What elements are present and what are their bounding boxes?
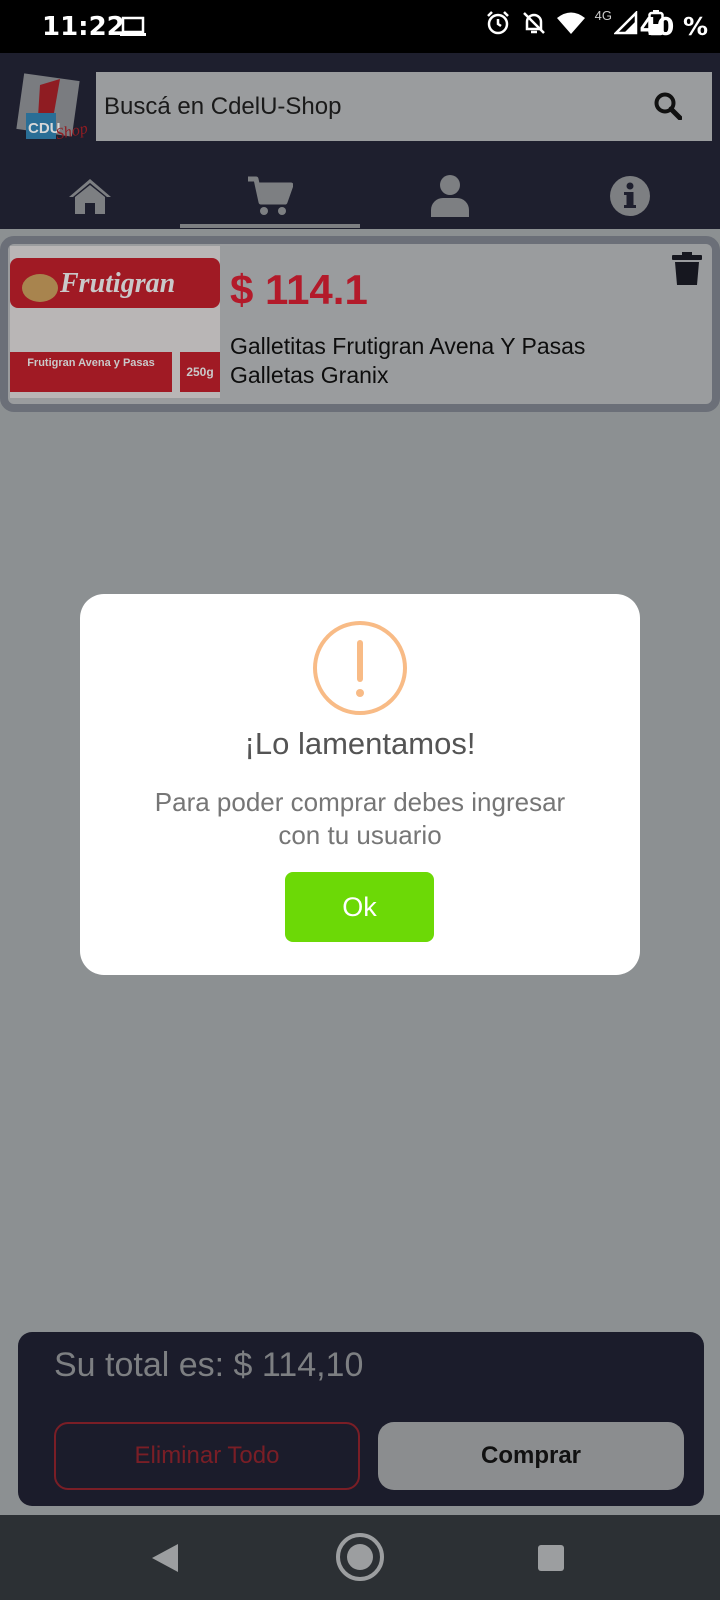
tab-home[interactable] <box>0 163 180 229</box>
active-tab-indicator <box>180 224 360 228</box>
app-logo[interactable]: CDU Shop <box>10 73 96 145</box>
tab-info[interactable] <box>540 163 720 229</box>
user-icon <box>431 175 469 217</box>
battery-percent: 40 % <box>639 12 708 41</box>
tab-cart[interactable] <box>180 163 360 229</box>
dialog-title: ¡Lo lamentamos! <box>244 726 476 761</box>
info-icon <box>610 176 650 216</box>
product-weight-text: 250g <box>186 365 213 379</box>
app-header: CDU Shop Buscá en CdelU-Shop <box>0 53 720 229</box>
home-nav-icon[interactable] <box>335 1532 385 1582</box>
alarm-icon <box>486 11 509 35</box>
signal-icon <box>614 11 638 35</box>
cart-summary: Su total es: $ 114,10 Eliminar Todo Comp… <box>18 1332 704 1506</box>
ok-button[interactable]: Ok <box>285 872 434 942</box>
item-price: $ 114.1 <box>230 266 368 313</box>
delete-all-button[interactable]: Eliminar Todo <box>54 1422 360 1490</box>
warning-icon <box>313 621 407 715</box>
cart-item[interactable]: Frutigran Frutigran Avena y Pasas 250g $… <box>0 236 720 412</box>
recents-icon[interactable] <box>538 1545 564 1571</box>
laptop-icon <box>120 16 146 36</box>
wifi-icon <box>556 12 585 34</box>
status-bar: 11:22 4G 40 % <box>0 0 720 53</box>
trash-icon[interactable] <box>672 252 702 286</box>
tab-profile[interactable] <box>360 163 540 229</box>
search-icon[interactable] <box>654 92 682 120</box>
back-icon[interactable] <box>150 1542 180 1574</box>
alert-dialog: ¡Lo lamentamos! Para poder comprar debes… <box>80 594 640 975</box>
search-input[interactable]: Buscá en CdelU-Shop <box>104 93 341 121</box>
system-nav-bar <box>0 1515 720 1600</box>
status-icons: 4G <box>485 7 664 36</box>
cart-icon <box>248 176 293 215</box>
network-type-label: 4G <box>594 7 612 23</box>
search-bar[interactable]: Buscá en CdelU-Shop <box>96 72 712 141</box>
notifications-off-icon <box>522 12 545 34</box>
cart-total: Su total es: $ 114,10 <box>54 1346 364 1384</box>
cdu-shop-logo-icon: CDU Shop <box>16 73 89 143</box>
product-brand-text: Frutigran <box>59 268 175 299</box>
product-variant-text: Frutigran Avena y Pasas <box>27 357 155 369</box>
tab-bar <box>0 163 720 229</box>
home-icon <box>69 179 111 214</box>
buy-button[interactable]: Comprar <box>378 1422 684 1490</box>
item-name: Galletitas Frutigran Avena Y Pasas Galle… <box>230 333 586 388</box>
status-time: 11:22 <box>42 12 125 42</box>
dialog-message: Para poder comprar debes ingresar con tu… <box>154 787 566 850</box>
product-image: Frutigran Frutigran Avena y Pasas 250g <box>10 246 220 398</box>
